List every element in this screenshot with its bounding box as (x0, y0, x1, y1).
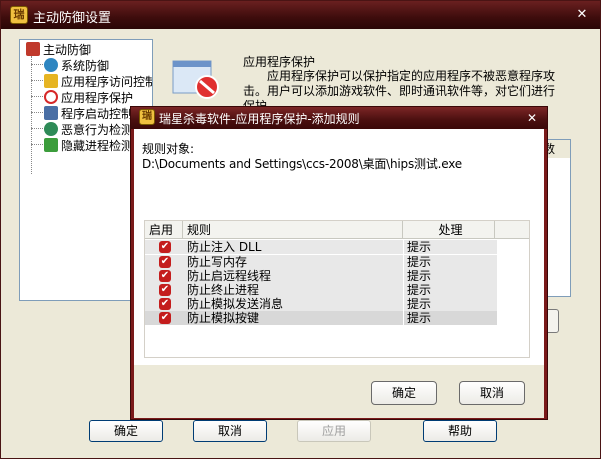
window-icon (44, 106, 58, 120)
rule-row[interactable]: ✔ 防止模拟发送消息 提示 (145, 297, 497, 311)
main-ok-button[interactable]: 确定 (89, 420, 163, 442)
rule-name: 防止终止进程 (187, 283, 260, 297)
globe-shield-icon (44, 58, 58, 72)
main-close-icon[interactable]: ✕ (573, 6, 591, 24)
app-protection-illustration-icon (172, 60, 219, 99)
rule-action[interactable]: 提示 (407, 240, 431, 254)
rule-enabled-checkbox[interactable]: ✔ (159, 256, 171, 268)
rule-name: 防止写内存 (187, 255, 248, 269)
rule-action[interactable]: 提示 (407, 283, 431, 297)
download-scan-icon (44, 138, 58, 152)
rule-row[interactable]: ✔ 防止启远程线程 提示 (145, 269, 497, 283)
app-logo-icon: 瑞 (10, 6, 28, 24)
dialog-title: 瑞星杀毒软件-应用程序保护-添加规则 (159, 112, 360, 126)
rule-action[interactable]: 提示 (407, 255, 431, 269)
dialog-cancel-button[interactable]: 取消 (459, 381, 525, 405)
rule-enabled-checkbox[interactable]: ✔ (159, 312, 171, 324)
rules-table[interactable]: 启用 规则 处理 ✔ 防止注入 DLL 提示 ✔ 防止写内存 提示 ✔ 防止启远… (144, 220, 530, 358)
main-titlebar[interactable]: 瑞 主动防御设置 ✕ (1, 1, 600, 29)
rule-row[interactable]: ✔ 防止终止进程 提示 (145, 283, 497, 297)
dialog-close-icon[interactable]: ✕ (523, 109, 541, 127)
main-help-button[interactable]: 帮助 (423, 420, 497, 442)
rule-action[interactable]: 提示 (407, 297, 431, 311)
rule-action[interactable]: 提示 (407, 311, 431, 325)
add-rule-dialog: 瑞 瑞星杀毒软件-应用程序保护-添加规则 ✕ 规则对象: D:\Document… (130, 106, 548, 420)
rule-row[interactable]: ✔ 防止注入 DLL 提示 (145, 240, 497, 254)
globe-scan-icon (44, 122, 58, 136)
rule-name: 防止注入 DLL (187, 240, 262, 254)
no-entry-icon (44, 90, 58, 104)
rule-action[interactable]: 提示 (407, 269, 431, 283)
col-action-header[interactable]: 处理 (403, 221, 495, 239)
dialog-logo-icon: 瑞 (139, 109, 155, 125)
dialog-titlebar[interactable]: 瑞 瑞星杀毒软件-应用程序保护-添加规则 ✕ (131, 107, 547, 129)
main-apply-button[interactable]: 应用 (297, 420, 371, 442)
main-cancel-button[interactable]: 取消 (193, 420, 267, 442)
rule-enabled-checkbox[interactable]: ✔ (159, 284, 171, 296)
rule-target-path: D:\Documents and Settings\ccs-2008\桌面\hi… (142, 157, 462, 171)
rules-table-header: 启用 规则 处理 (145, 221, 529, 239)
rule-name: 防止启远程线程 (187, 269, 272, 283)
dialog-body: 规则对象: D:\Documents and Settings\ccs-2008… (134, 129, 544, 418)
pane-title: 应用程序保护 (243, 55, 316, 69)
rule-row[interactable]: ✔ 防止模拟按键 提示 (145, 311, 497, 325)
rule-name: 防止模拟发送消息 (187, 297, 284, 311)
col-rule-header[interactable]: 规则 (183, 221, 403, 239)
rule-enabled-checkbox[interactable]: ✔ (159, 298, 171, 310)
rule-row[interactable]: ✔ 防止写内存 提示 (145, 255, 497, 269)
folder-key-icon (44, 74, 58, 88)
rule-name: 防止模拟按键 (187, 311, 260, 325)
main-window-title: 主动防御设置 (33, 11, 112, 26)
col-enable-header[interactable]: 启用 (145, 221, 183, 239)
dialog-ok-button[interactable]: 确定 (371, 381, 437, 405)
shield-icon (26, 42, 40, 56)
rule-enabled-checkbox[interactable]: ✔ (159, 270, 171, 282)
rule-enabled-checkbox[interactable]: ✔ (159, 241, 171, 253)
